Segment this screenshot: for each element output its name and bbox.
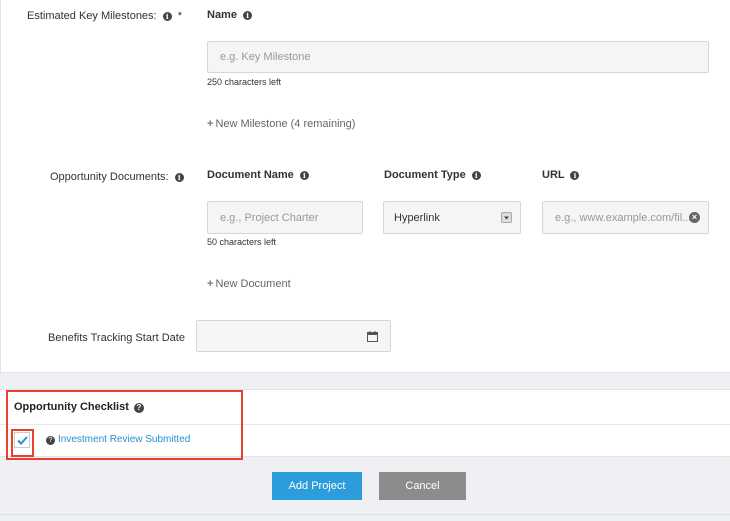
milestones-label: Estimated Key Milestones: i * xyxy=(27,10,182,22)
milestone-chars-left: 250 characters left xyxy=(207,77,282,87)
milestones-label-text: Estimated Key Milestones: xyxy=(27,10,157,22)
required-mark: * xyxy=(177,10,183,22)
new-milestone-link[interactable]: + New Milestone (4 remaining) xyxy=(207,118,355,130)
new-document-link[interactable]: + New Document xyxy=(207,278,291,290)
document-name-header-text: Document Name xyxy=(207,169,294,181)
document-name-header: Document Name i xyxy=(207,169,309,181)
add-project-button[interactable]: Add Project xyxy=(272,472,362,500)
plus-icon: + xyxy=(207,118,214,130)
footer-divider xyxy=(0,514,730,515)
milestone-name-header-text: Name xyxy=(207,9,237,21)
new-milestone-label: New Milestone (4 remaining) xyxy=(215,118,356,130)
documents-label: Opportunity Documents: i xyxy=(50,171,184,183)
document-type-select[interactable]: Hyperlink xyxy=(383,201,521,234)
url-input[interactable]: e.g., www.example.com/fil... × xyxy=(542,201,709,234)
info-icon[interactable]: i xyxy=(243,11,253,20)
project-form: Estimated Key Milestones: i * Name i e.g… xyxy=(0,0,730,373)
document-type-value: Hyperlink xyxy=(394,211,440,224)
document-type-header: Document Type i xyxy=(384,169,481,181)
checkbox-highlight xyxy=(11,429,34,457)
document-chars-left: 50 characters left xyxy=(207,237,277,247)
milestone-name-input[interactable]: e.g. Key Milestone xyxy=(207,41,709,73)
documents-label-text: Opportunity Documents: xyxy=(50,171,169,183)
url-placeholder: e.g., www.example.com/fil... xyxy=(555,211,692,224)
url-header: URL i xyxy=(542,169,580,181)
benefits-label: Benefits Tracking Start Date xyxy=(48,332,185,344)
info-icon[interactable]: i xyxy=(174,173,184,182)
cancel-button[interactable]: Cancel xyxy=(379,472,466,500)
info-icon[interactable]: i xyxy=(471,171,481,180)
benefits-date-input[interactable] xyxy=(196,320,391,352)
document-name-placeholder: e.g., Project Charter xyxy=(220,211,319,224)
info-icon[interactable]: i xyxy=(570,171,580,180)
url-header-text: URL xyxy=(542,169,565,181)
info-icon[interactable]: i xyxy=(162,12,172,21)
dropdown-arrow-icon[interactable] xyxy=(501,212,512,223)
document-type-header-text: Document Type xyxy=(384,169,466,181)
milestone-name-header: Name i xyxy=(207,9,253,21)
clear-icon[interactable]: × xyxy=(689,212,700,223)
checklist-highlight xyxy=(6,390,243,460)
milestone-name-placeholder: e.g. Key Milestone xyxy=(220,51,311,63)
calendar-icon[interactable] xyxy=(367,331,378,342)
plus-icon: + xyxy=(207,278,214,290)
document-name-input[interactable]: e.g., Project Charter xyxy=(207,201,363,234)
info-icon[interactable]: i xyxy=(299,171,309,180)
new-document-label: New Document xyxy=(215,278,291,290)
